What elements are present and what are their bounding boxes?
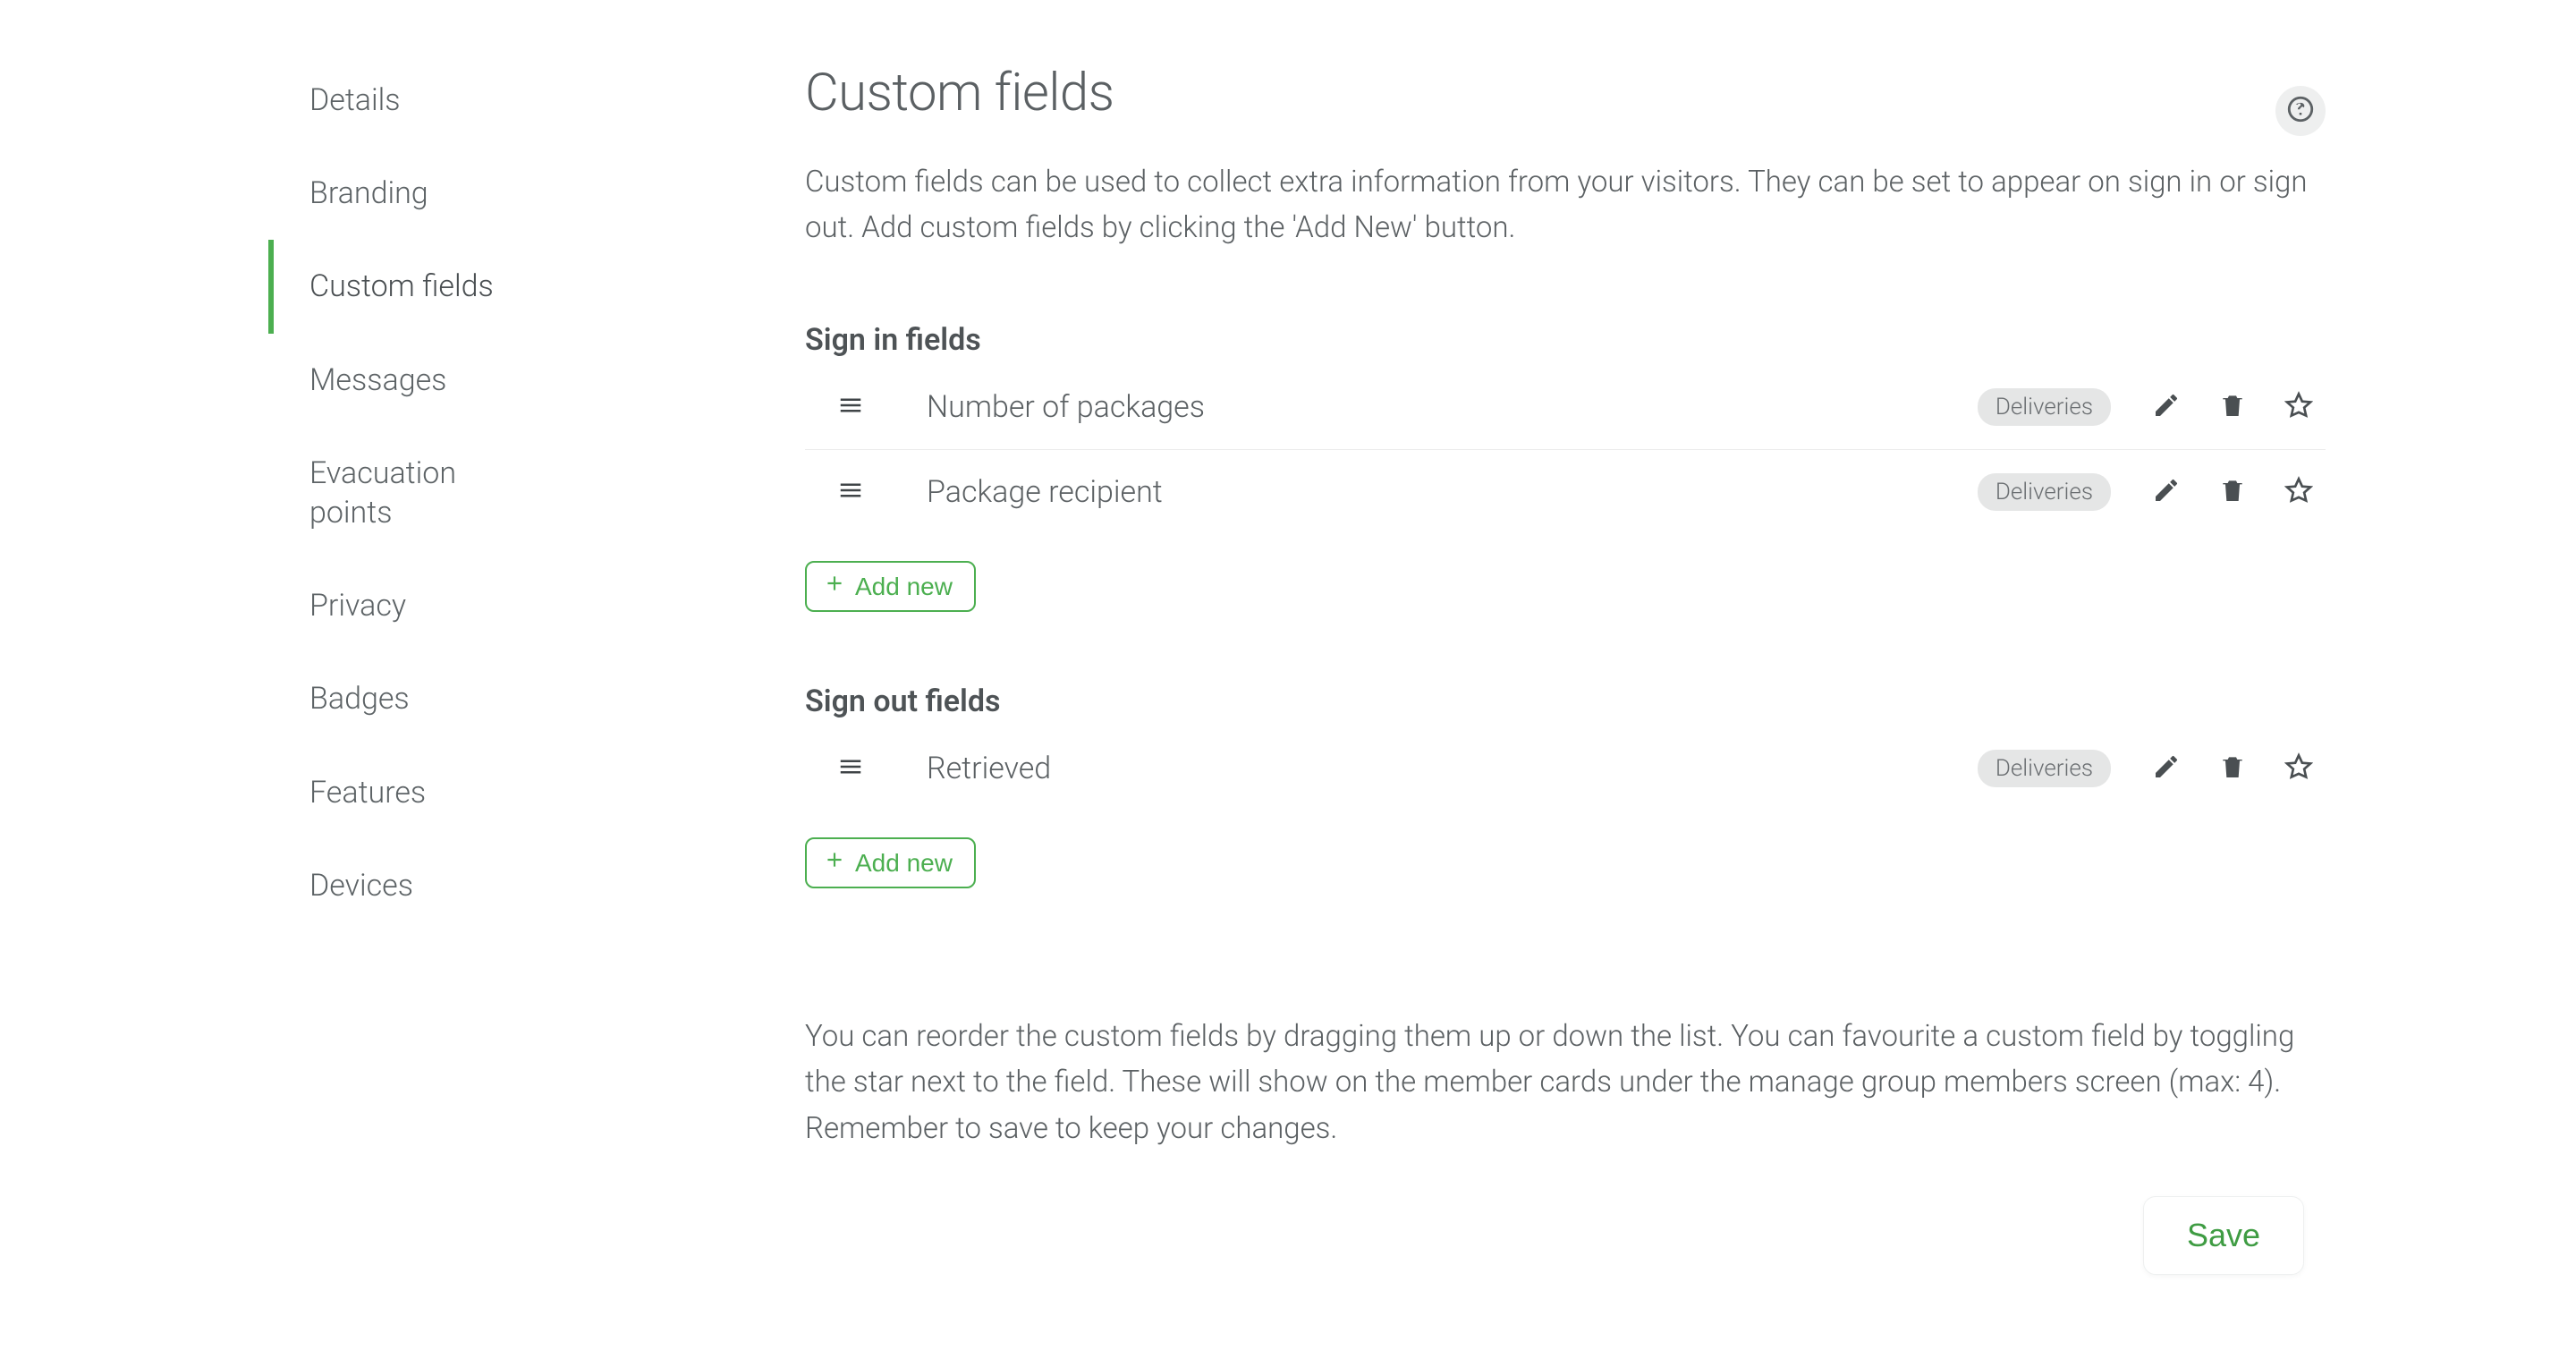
sidebar-item-label: Devices xyxy=(309,868,413,904)
sidebar-item-badges[interactable]: Badges xyxy=(268,652,555,745)
sidebar-item-branding[interactable]: Branding xyxy=(268,147,555,240)
sidebar-item-label: Branding xyxy=(309,175,428,211)
sidebar-item-label: Details xyxy=(309,82,401,118)
sidebar-item-label: Custom fields xyxy=(309,268,494,304)
field-actions xyxy=(2132,476,2326,508)
drag-handle[interactable] xyxy=(837,477,900,507)
main-content: Custom fields Custom fields can be used … xyxy=(555,36,2326,1275)
delete-button[interactable] xyxy=(2216,476,2249,508)
sidebar-item-label: Evacuation points xyxy=(309,455,456,531)
edit-button[interactable] xyxy=(2150,391,2182,423)
edit-button[interactable] xyxy=(2150,752,2182,785)
sidebar-item-messages[interactable]: Messages xyxy=(268,334,555,427)
drag-icon xyxy=(837,392,864,422)
help-icon xyxy=(2285,94,2316,128)
page-intro: Custom fields can be used to collect ext… xyxy=(805,159,2326,250)
star-icon xyxy=(2284,752,2313,785)
favourite-toggle[interactable] xyxy=(2283,752,2315,785)
add-new-label: Add new xyxy=(855,573,953,601)
sign-out-heading: Sign out fields xyxy=(805,684,2326,719)
drag-handle[interactable] xyxy=(837,753,900,784)
drag-handle[interactable] xyxy=(837,392,900,422)
help-button[interactable] xyxy=(2275,86,2326,136)
sidebar-item-label: Features xyxy=(309,775,426,811)
sign-in-heading: Sign in fields xyxy=(805,322,2326,358)
sidebar-item-details[interactable]: Details xyxy=(268,54,555,147)
delete-button[interactable] xyxy=(2216,752,2249,785)
trash-icon xyxy=(2218,476,2247,508)
trash-icon xyxy=(2218,391,2247,423)
save-button[interactable]: Save xyxy=(2143,1196,2304,1275)
field-actions xyxy=(2132,752,2326,785)
sidebar-item-evacuation-points[interactable]: Evacuation points xyxy=(268,427,555,559)
star-icon xyxy=(2284,391,2313,423)
add-new-label: Add new xyxy=(855,849,953,878)
pencil-icon xyxy=(2152,391,2181,423)
sidebar-item-devices[interactable]: Devices xyxy=(268,839,555,932)
field-row: Package recipient Deliveries xyxy=(805,450,2326,534)
plus-icon xyxy=(823,848,846,878)
footer-note: You can reorder the custom fields by dra… xyxy=(805,1014,2326,1150)
drag-icon xyxy=(837,753,864,784)
settings-sidebar: Details Branding Custom fields Messages … xyxy=(268,36,555,1275)
edit-button[interactable] xyxy=(2150,476,2182,508)
field-row: Retrieved Deliveries xyxy=(805,726,2326,811)
plus-icon xyxy=(823,572,846,601)
sidebar-item-label: Messages xyxy=(309,362,446,398)
field-tag-badge: Deliveries xyxy=(1978,750,2111,787)
sign-out-field-list: Retrieved Deliveries xyxy=(805,726,2326,811)
sidebar-item-privacy[interactable]: Privacy xyxy=(268,559,555,652)
sidebar-item-label: Badges xyxy=(309,681,410,717)
field-name: Package recipient xyxy=(900,474,1978,510)
field-tag-badge: Deliveries xyxy=(1978,473,2111,511)
save-label: Save xyxy=(2187,1217,2260,1253)
page-title: Custom fields xyxy=(805,63,2326,123)
field-actions xyxy=(2132,391,2326,423)
favourite-toggle[interactable] xyxy=(2283,391,2315,423)
pencil-icon xyxy=(2152,752,2181,785)
field-row: Number of packages Deliveries xyxy=(805,365,2326,450)
sidebar-item-custom-fields[interactable]: Custom fields xyxy=(268,240,555,333)
star-icon xyxy=(2284,476,2313,508)
add-new-sign-out-button[interactable]: Add new xyxy=(805,837,976,888)
field-name: Number of packages xyxy=(900,389,1978,425)
add-new-sign-in-button[interactable]: Add new xyxy=(805,561,976,612)
favourite-toggle[interactable] xyxy=(2283,476,2315,508)
sidebar-item-features[interactable]: Features xyxy=(268,746,555,839)
sign-in-field-list: Number of packages Deliveries Package re… xyxy=(805,365,2326,534)
trash-icon xyxy=(2218,752,2247,785)
pencil-icon xyxy=(2152,476,2181,508)
save-row: Save xyxy=(805,1196,2326,1275)
field-name: Retrieved xyxy=(900,751,1978,786)
sidebar-item-label: Privacy xyxy=(309,588,406,624)
delete-button[interactable] xyxy=(2216,391,2249,423)
drag-icon xyxy=(837,477,864,507)
field-tag-badge: Deliveries xyxy=(1978,388,2111,426)
